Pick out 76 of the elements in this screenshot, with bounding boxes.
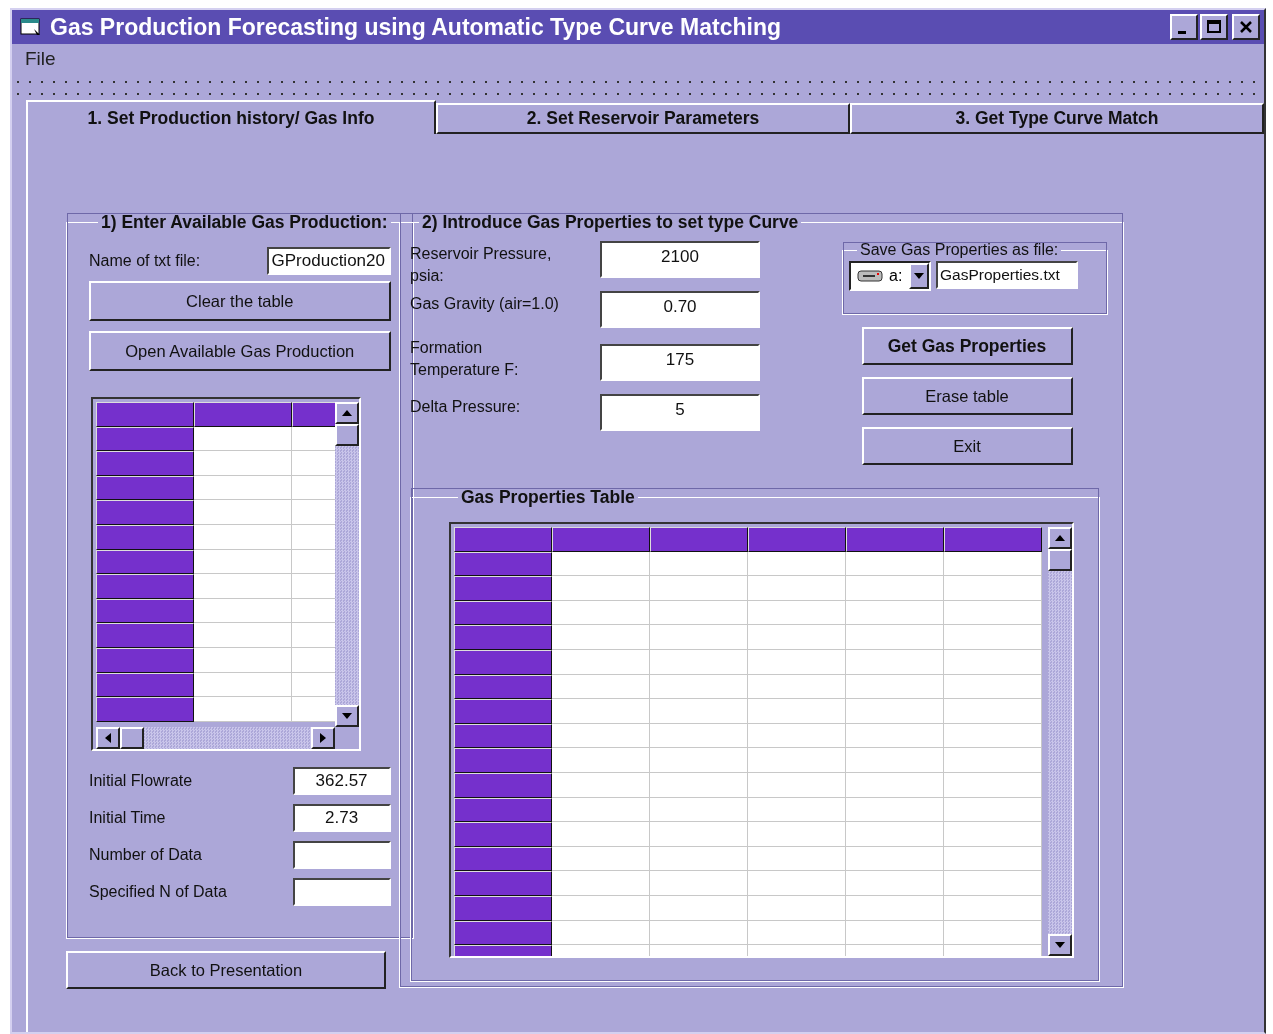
field-label: Initial Time (89, 809, 166, 827)
group-title: Save Gas Properties as file: (859, 241, 1060, 259)
tab[interactable]: 3. Get Type Curve Match (850, 103, 1264, 134)
group-title: 1) Enter Available Gas Production: (100, 212, 389, 233)
action-button[interactable]: Open Available Gas Production (89, 331, 391, 371)
group-title: 2) Introduce Gas Properties to set type Curve (421, 212, 800, 233)
grid-cell (292, 697, 335, 722)
input-field[interactable]: 175 (600, 344, 760, 381)
scroll-down-button[interactable] (335, 705, 359, 727)
scroll-up-button[interactable] (335, 402, 359, 424)
grid-cell (292, 647, 335, 673)
grid-cell (292, 451, 335, 476)
minimize-button[interactable] (1170, 14, 1198, 40)
input-field[interactable]: 2.73 (292, 804, 391, 832)
action-button[interactable]: Clear the table (89, 281, 391, 321)
maximize-icon (1206, 19, 1222, 35)
action-button[interactable]: Erase table (861, 377, 1073, 415)
field-label: Number of Data (89, 846, 202, 864)
input-field[interactable]: GProduction20 (266, 247, 391, 275)
field-label: Gas Gravity (air=1.0) (410, 294, 560, 314)
input-field[interactable]: 5 (600, 394, 760, 431)
left-arrow-icon (105, 733, 111, 743)
grid-cell (292, 524, 335, 550)
minimize-icon (1178, 30, 1186, 34)
grid-cell (292, 672, 335, 698)
input-field[interactable] (292, 841, 391, 869)
grid-cell (292, 475, 335, 501)
grid-cell (292, 549, 335, 575)
grid-cell (292, 574, 335, 599)
data-grid[interactable] (449, 522, 1074, 958)
action-button[interactable]: Get Gas Properties (861, 327, 1073, 365)
up-arrow-icon (1055, 535, 1065, 541)
action-button[interactable]: Exit (861, 427, 1073, 465)
field-label: Initial Flowrate (89, 772, 193, 790)
vertical-scrollbar[interactable] (335, 402, 359, 727)
vertical-scrollbar[interactable] (1048, 527, 1072, 956)
right-arrow-icon (320, 733, 326, 743)
close-button[interactable] (1232, 14, 1260, 40)
dropdown-icon (914, 273, 924, 279)
tab[interactable]: 2. Set Reservoir Parameters (436, 103, 850, 134)
input-field[interactable]: 0.70 (600, 291, 760, 328)
tab[interactable]: 1. Set Production history/ Gas Info (26, 100, 437, 134)
scroll-right-button[interactable] (311, 727, 335, 749)
field-label: Name of txt file: (89, 252, 201, 270)
grid-cell (292, 426, 335, 452)
up-arrow-icon (342, 410, 352, 416)
field-label: Delta Pressure: (410, 397, 522, 417)
scroll-left-button[interactable] (96, 727, 120, 749)
menu-item[interactable]: File (23, 48, 58, 70)
drive-icon (857, 269, 883, 283)
input-field[interactable] (292, 878, 391, 906)
input-field[interactable]: 2100 (600, 241, 760, 278)
down-arrow-icon (342, 713, 352, 719)
field-label: Formation Temperature F: (410, 338, 520, 380)
window-title: Gas Production Forecasting using Automatic Type Curve Matching (50, 13, 782, 41)
maximize-button[interactable] (1200, 14, 1228, 40)
field-label: Reservoir Pressure, psia: (410, 244, 553, 286)
group-title: Gas Properties Table (460, 487, 636, 508)
close-icon (1238, 19, 1254, 35)
input-field[interactable]: 362.57 (292, 767, 391, 795)
scroll-thumb[interactable] (1048, 549, 1072, 571)
window-icon (20, 17, 42, 37)
back-button[interactable]: Back to Presentation (66, 951, 386, 989)
header-cell (292, 402, 335, 427)
scroll-thumb[interactable] (335, 424, 359, 446)
grid-cell (292, 623, 335, 648)
scroll-thumb[interactable] (120, 727, 144, 749)
down-arrow-icon (1055, 942, 1065, 948)
field-label: Specified N of Data (89, 883, 227, 901)
scroll-down-button[interactable] (1048, 934, 1072, 956)
grid-cell (292, 598, 335, 624)
scroll-up-button[interactable] (1048, 527, 1072, 549)
drive-dropdown[interactable]: a: (849, 261, 931, 291)
grid-cell (292, 500, 335, 525)
data-grid[interactable] (91, 397, 361, 751)
input-field[interactable]: GasProperties.txt (936, 261, 1078, 289)
